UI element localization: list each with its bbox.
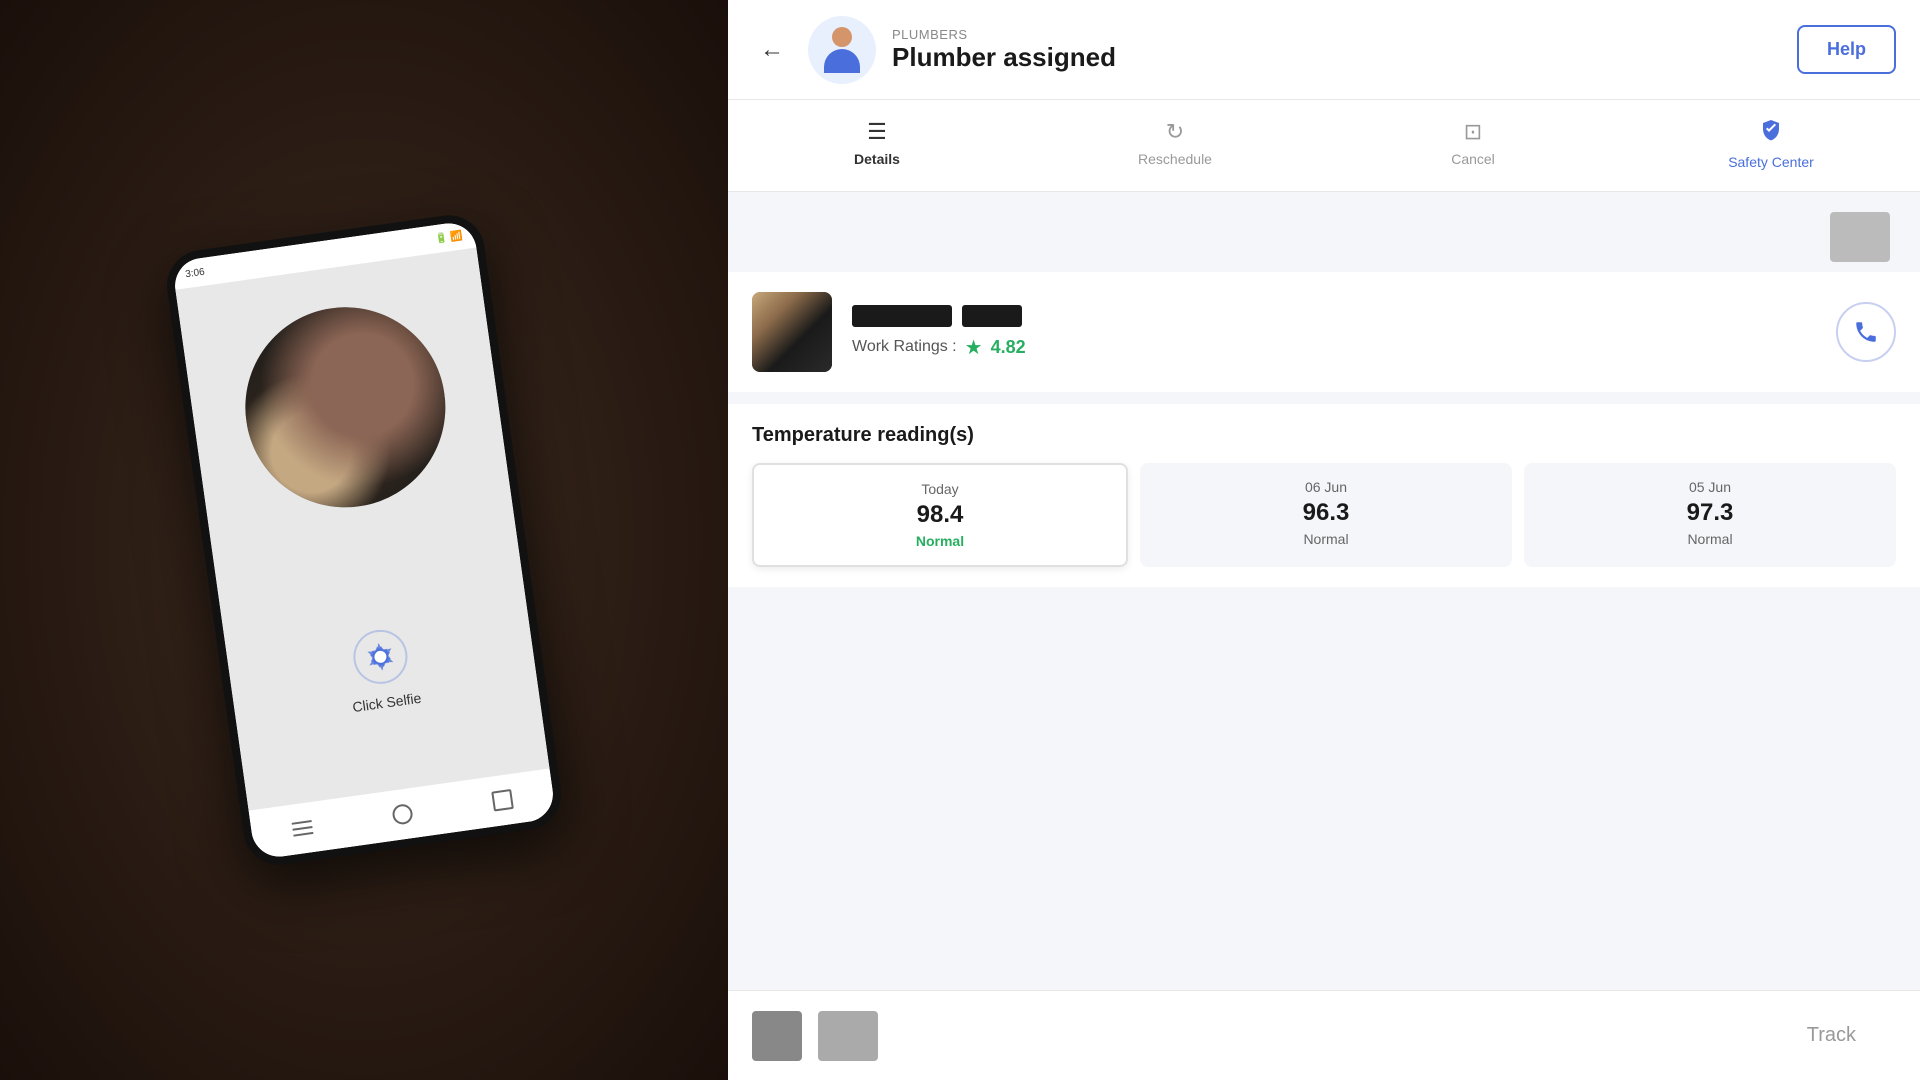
phone-content: Click Selfie (175, 248, 549, 811)
plumber-name-block2 (962, 305, 1022, 327)
tab-safety-center[interactable]: Safety Center (1622, 100, 1920, 191)
click-selfie-label: Click Selfie (351, 690, 422, 715)
plumber-avatar-overlay (752, 292, 832, 372)
temp-date-05jun: 05 Jun (1689, 479, 1731, 495)
bottom-placeholder-1 (752, 1011, 802, 1061)
rating-value: 4.82 (991, 337, 1026, 358)
phone-bottom-content: Click Selfie (226, 606, 539, 731)
temp-status-today: Normal (916, 533, 964, 549)
plumber-photo (752, 292, 832, 372)
temp-status-05jun: Normal (1687, 531, 1732, 547)
tab-reschedule[interactable]: ↻ Reschedule (1026, 100, 1324, 191)
plumber-name-row (852, 305, 1816, 327)
star-icon: ★ (965, 335, 983, 360)
plumber-info: Work Ratings : ★ 4.82 (852, 305, 1816, 360)
temp-card-today: Today 98.4 Normal (752, 463, 1128, 567)
back-arrow-icon: ← (760, 36, 784, 64)
phone-nav-back-icon (492, 789, 515, 812)
details-icon: ☰ (867, 121, 887, 143)
plumber-name-block1 (852, 305, 952, 327)
work-ratings-label: Work Ratings : (852, 338, 957, 356)
temperature-cards: Today 98.4 Normal 06 Jun 96.3 Normal 05 … (752, 463, 1896, 567)
temp-card-06jun: 06 Jun 96.3 Normal (1140, 463, 1512, 567)
phone-icons: 🔋 📶 (434, 230, 463, 245)
temp-value-05jun: 97.3 (1687, 499, 1734, 527)
shield-icon (1759, 118, 1783, 146)
nav-tabs: ☰ Details ↻ Reschedule ⊡ Cancel Safety C… (728, 100, 1920, 192)
phone-mockup: 3:06 🔋 📶 (162, 211, 565, 870)
cancel-icon: ⊡ (1464, 121, 1482, 143)
header-title: Plumber assigned (892, 42, 1781, 73)
temperature-title: Temperature reading(s) (752, 424, 1896, 447)
right-panel: ← PLUMBERS Plumber assigned Help ☰ Detai… (728, 0, 1920, 1080)
header-title-group: PLUMBERS Plumber assigned (892, 27, 1781, 73)
track-button[interactable]: Track (1767, 1010, 1896, 1061)
bottom-bar: Track (728, 990, 1920, 1080)
camera-icon[interactable] (347, 623, 415, 691)
temperature-section: Temperature reading(s) Today 98.4 Normal… (728, 404, 1920, 587)
left-panel: 3:06 🔋 📶 (0, 0, 728, 1080)
bottom-placeholder-2 (818, 1011, 878, 1061)
help-button[interactable]: Help (1797, 25, 1896, 74)
avatar-head (832, 27, 852, 47)
phone-icon (1853, 319, 1879, 345)
cancel-label: Cancel (1451, 151, 1495, 167)
tab-cancel[interactable]: ⊡ Cancel (1324, 100, 1622, 191)
gray-placeholder-rect (1830, 212, 1890, 262)
gray-rect-container (728, 192, 1920, 272)
phone-time: 3:06 (185, 266, 206, 280)
details-label: Details (854, 151, 900, 167)
temp-value-today: 98.4 (917, 501, 964, 529)
reschedule-label: Reschedule (1138, 151, 1212, 167)
header: ← PLUMBERS Plumber assigned Help (728, 0, 1920, 100)
tab-details[interactable]: ☰ Details (728, 100, 1026, 191)
phone-nav-home-icon (391, 803, 414, 826)
temp-date-today: Today (921, 481, 958, 497)
reschedule-icon: ↻ (1166, 121, 1184, 143)
main-content: Work Ratings : ★ 4.82 Temperature readin… (728, 192, 1920, 990)
temp-status-06jun: Normal (1303, 531, 1348, 547)
avatar (808, 16, 876, 84)
plumber-avatar-icon (824, 27, 860, 73)
phone-nav-menu-icon (292, 826, 312, 831)
header-category: PLUMBERS (892, 27, 1781, 42)
temp-date-06jun: 06 Jun (1305, 479, 1347, 495)
phone-circle-photo (232, 294, 458, 520)
camera-shutter-svg (349, 625, 412, 688)
call-button[interactable] (1836, 302, 1896, 362)
temp-card-05jun: 05 Jun 97.3 Normal (1524, 463, 1896, 567)
safety-center-label: Safety Center (1728, 154, 1814, 170)
plumber-card: Work Ratings : ★ 4.82 (728, 272, 1920, 392)
temp-value-06jun: 96.3 (1303, 499, 1350, 527)
avatar-body (824, 49, 860, 73)
work-rating: Work Ratings : ★ 4.82 (852, 335, 1816, 360)
back-button[interactable]: ← (752, 28, 792, 72)
